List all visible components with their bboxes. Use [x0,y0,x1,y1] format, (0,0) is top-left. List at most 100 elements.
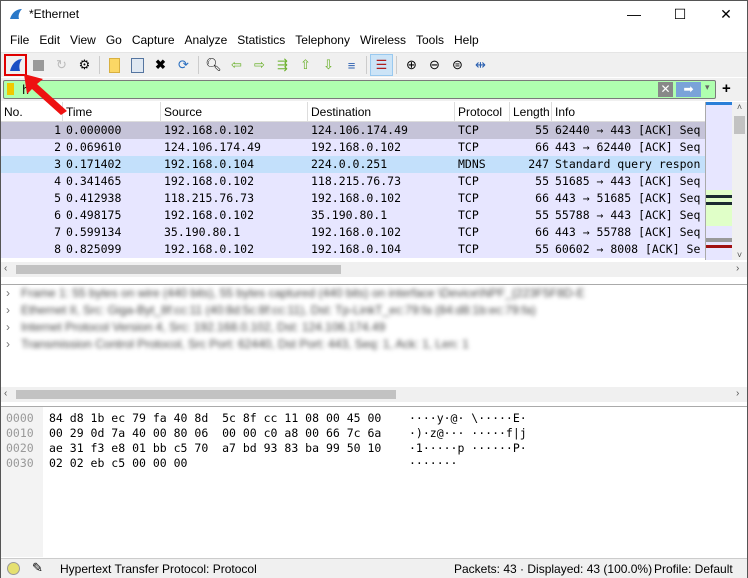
column-source[interactable]: Source [161,102,308,121]
menu-edit[interactable]: Edit [34,30,65,51]
window-title: *Ethernet [29,7,80,21]
chevron-right-icon[interactable]: › [6,285,10,302]
close-file-icon: ✖ [155,57,166,72]
chevron-right-icon[interactable]: › [6,302,10,319]
hex-offset[interactable]: 0020 [6,441,34,456]
menu-statistics[interactable]: Statistics [232,30,290,51]
hex-ascii[interactable]: ····y·@· \·····E· [409,411,527,426]
menu-wireless[interactable]: Wireless [355,30,411,51]
cell-destination: 192.168.0.102 [311,191,402,205]
cell-length: 66 [535,225,549,239]
maximize-button[interactable]: ☐ [657,1,703,29]
detail-tcp[interactable]: › Transmission Control Protocol, Src Port… [1,336,747,353]
packet-row[interactable]: 4 0.341465 192.168.0.102 118.215.76.73 TCP 55… [1,173,747,190]
go-first-button[interactable]: ⇧ [294,54,317,76]
cell-no: 5 [54,191,61,205]
reload-file-button[interactable]: ⟳ [172,54,195,76]
zoom-out-button[interactable]: ⊖ [423,54,446,76]
cell-protocol: TCP [458,208,479,222]
column-time[interactable]: Time [63,102,161,121]
cell-no: 1 [54,123,61,137]
binary-file-icon [131,57,144,73]
details-horizontal-scrollbar[interactable]: ‹ › [1,387,747,402]
packet-row[interactable]: 1 0.000000 192.168.0.102 124.106.174.49 TCP 5… [1,122,747,139]
cell-source: 192.168.0.102 [164,242,255,256]
packet-row[interactable]: 7 0.599134 35.190.80.1 192.168.0.102 TCP 66 44… [1,224,747,241]
menu-tools[interactable]: Tools [411,30,449,51]
chevron-right-icon[interactable]: › [6,319,10,336]
hex-bytes[interactable]: ae 31 f3 e8 01 bb c5 70 a7 bd 93 83 ba 9… [49,441,381,456]
minimize-button[interactable]: — [611,1,657,29]
menu-analyze[interactable]: Analyze [180,30,233,51]
zoom-normal-button[interactable]: ⊜ [446,54,469,76]
find-packet-button[interactable]: 🔍︎ [202,54,225,76]
packet-row[interactable]: 6 0.498175 192.168.0.102 35.190.80.1 TCP 55 55… [1,207,747,224]
close-file-button[interactable]: ✖ [149,54,172,76]
auto-scroll-button[interactable]: ≡ [340,54,363,76]
menu-view[interactable]: View [65,30,101,51]
clear-filter-button[interactable]: ✕ [658,82,673,97]
menu-help[interactable]: Help [449,30,484,51]
cell-protocol: TCP [458,174,479,188]
bookmark-icon[interactable] [7,83,14,95]
hex-offset[interactable]: 0010 [6,426,34,441]
capture-options-button[interactable]: ⚙ [73,54,96,76]
packet-row[interactable]: 8 0.825099 192.168.0.102 192.168.0.104 TCP 55… [1,241,747,258]
detail-ethernet[interactable]: › Ethernet II, Src: Giga-Byt_8f:cc:11 (40… [1,302,747,319]
close-button[interactable]: ✕ [703,1,748,29]
expert-info-icon[interactable] [7,562,20,575]
column-protocol[interactable]: Protocol [455,102,510,121]
packet-row[interactable]: 5 0.412938 118.215.76.73 192.168.0.102 TCP 66… [1,190,747,207]
menu-go[interactable]: Go [101,30,127,51]
hex-offset[interactable]: 0030 [6,456,34,471]
colorize-button[interactable]: ☰ [370,54,393,76]
hex-bytes[interactable]: 84 d8 1b ec 79 fa 40 8d 5c 8f cc 11 08 0… [49,411,381,426]
packet-list-vertical-scrollbar[interactable]: ˄ ˅ [732,102,747,260]
packet-list-horizontal-scrollbar[interactable]: ‹ › [1,262,747,277]
menu-file[interactable]: File [5,30,34,51]
display-filter-bar: ✕ ➡ ▾ + [1,78,747,101]
scroll-up-icon[interactable]: ˄ [732,102,747,112]
status-profile[interactable]: Profile: Default [654,562,733,576]
zoom-in-button[interactable]: ⊕ [400,54,423,76]
cell-protocol: MDNS [458,157,486,171]
cell-source: 192.168.0.102 [164,123,255,137]
filter-history-dropdown[interactable]: ▾ [705,82,710,93]
detail-frame[interactable]: › Frame 1: 55 bytes on wire (440 bits), 5… [1,285,747,302]
go-last-button[interactable]: ⇩ [317,54,340,76]
zoom-normal-icon: ⊜ [452,57,463,72]
auto-scroll-icon: ≡ [347,57,356,73]
packet-minimap[interactable] [705,102,732,260]
display-filter-input[interactable] [22,82,652,97]
add-filter-button[interactable]: + [722,80,731,97]
detail-ipv4[interactable]: › Internet Protocol Version 4, Src: 192.1… [1,319,747,336]
menu-capture[interactable]: Capture [127,30,180,51]
cell-no: 4 [54,174,61,188]
column-info[interactable]: Info [552,102,702,121]
apply-filter-button[interactable]: ➡ [676,82,701,97]
hex-offset[interactable]: 0000 [6,411,34,426]
hex-bytes[interactable]: 02 02 eb c5 00 00 00 [49,456,187,471]
packet-row[interactable]: 2 0.069610 124.106.174.49 192.168.0.102 TCP 6… [1,139,747,156]
hex-ascii[interactable]: ·)·z@··· ·····f|j [409,426,527,441]
go-forward-button[interactable]: ⇨ [248,54,271,76]
packet-row[interactable]: 3 0.171402 192.168.0.104 224.0.0.251 MDNS 247… [1,156,747,173]
chevron-right-icon[interactable]: › [6,336,10,353]
open-file-button[interactable] [103,54,126,76]
hex-bytes[interactable]: 00 29 0d 7a 40 00 80 06 00 00 c0 a8 00 6… [49,426,381,441]
column-destination[interactable]: Destination [308,102,455,121]
cell-info: 62440 → 443 [ACK] Seq [555,123,701,137]
cell-length: 55 [535,174,549,188]
menu-telephony[interactable]: Telephony [290,30,355,51]
go-to-packet-button[interactable]: ⇶ [271,54,294,76]
go-back-button[interactable]: ⇦ [225,54,248,76]
scroll-down-icon[interactable]: ˅ [732,250,747,260]
hex-ascii[interactable]: ······· [409,456,457,471]
column-length[interactable]: Length [510,102,552,121]
packet-list-header: No. Time Source Destination Protocol Len… [1,102,747,122]
menu-bar: File Edit View Go Capture Analyze Statis… [1,30,747,51]
hex-ascii[interactable]: ·1·····p ······P· [409,441,527,456]
resize-columns-button[interactable]: ⇹ [469,54,492,76]
edit-comment-icon[interactable]: ✎ [32,560,43,576]
save-file-button[interactable] [126,54,149,76]
